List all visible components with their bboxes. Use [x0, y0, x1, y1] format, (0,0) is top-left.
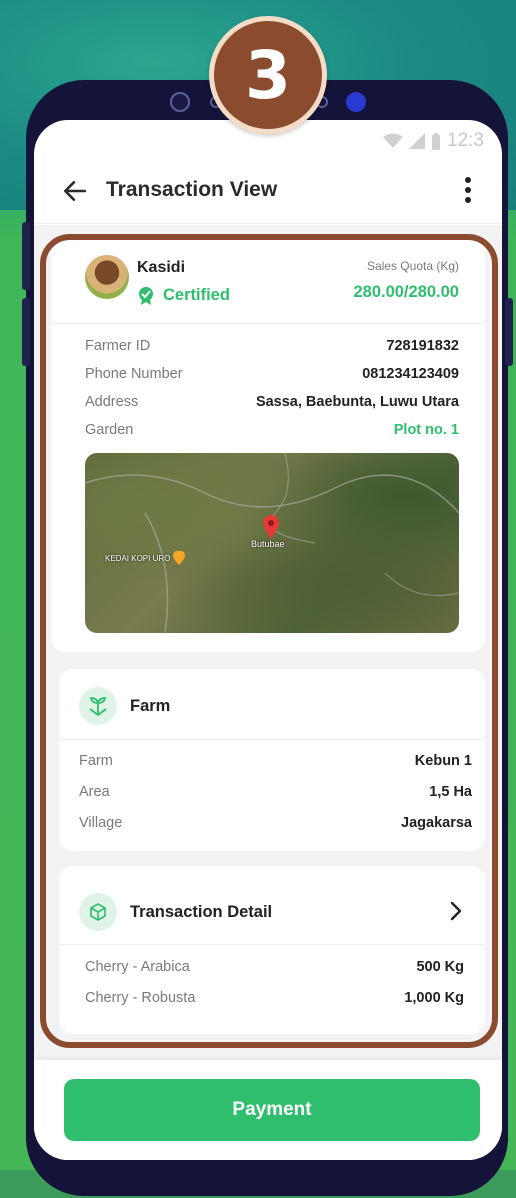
- more-vert-icon[interactable]: [464, 176, 472, 204]
- wifi-icon: [383, 133, 404, 148]
- payment-bar: Payment: [34, 1060, 502, 1160]
- phone-side-button: [505, 298, 513, 366]
- status-icons: 12:3: [383, 130, 484, 152]
- battery-icon: [432, 132, 441, 150]
- camera-lens: [170, 92, 190, 112]
- signal-icon: [409, 133, 426, 149]
- highlight-frame: [40, 234, 498, 1048]
- back-arrow-icon[interactable]: [62, 178, 88, 204]
- payment-button[interactable]: Payment: [64, 1079, 480, 1141]
- camera-dot: [346, 92, 366, 112]
- status-time: 12:3: [447, 130, 484, 151]
- step-badge: 3: [209, 16, 327, 134]
- phone-side-button: [22, 298, 30, 366]
- app-bar: Transaction View: [34, 160, 502, 224]
- page-title: Transaction View: [106, 178, 278, 201]
- phone-side-button: [22, 222, 30, 290]
